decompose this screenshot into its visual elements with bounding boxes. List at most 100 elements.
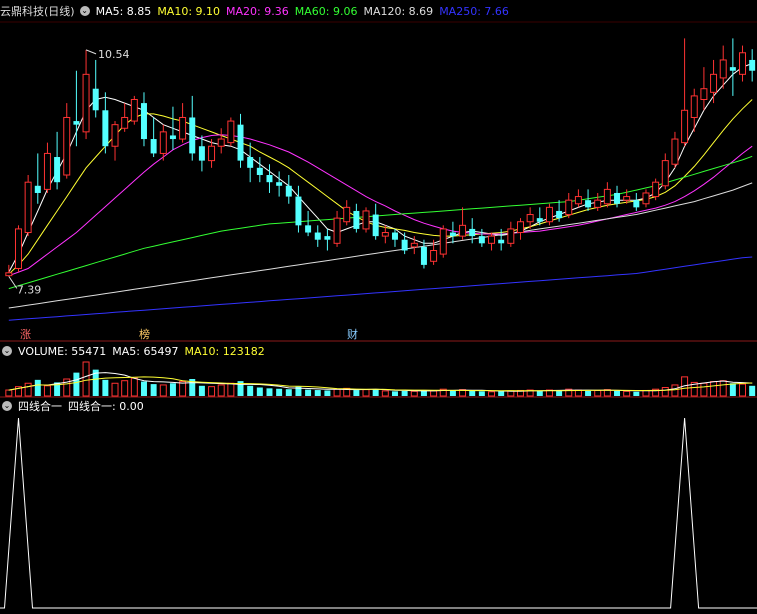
candle-body [614, 192, 621, 204]
tag-zhang[interactable]: 涨 [18, 328, 33, 342]
volume-bar [159, 384, 167, 397]
indicator-settings-circle-icon[interactable]: ⌄ [2, 401, 12, 411]
volume-bar [469, 390, 476, 396]
volume-bar [362, 389, 370, 397]
candle-body [237, 124, 244, 161]
candle-body [353, 210, 360, 229]
ma-label-4: MA120: 8.69 [363, 5, 434, 18]
ma-label-0: MA5: 8.85 [95, 5, 152, 18]
volume-bar [73, 372, 80, 396]
candle-body [681, 109, 689, 144]
candle-body [285, 185, 292, 197]
candle-body [449, 232, 456, 237]
candle-body [536, 218, 543, 222]
volume-bar [150, 384, 157, 396]
ma-line-ma20 [8, 134, 753, 277]
candle-body [208, 145, 216, 162]
candle-body [34, 185, 41, 193]
ma-label-3: MA60: 9.06 [294, 5, 358, 18]
candle-body [92, 88, 99, 111]
volume-bar [266, 388, 273, 396]
candle-body [198, 146, 205, 161]
indicator-header: ⌄ 四线合一 四线合一: 0.00 [0, 399, 150, 415]
indicator-value: 四线合一: 0.00 [68, 400, 144, 413]
candle-body [556, 210, 563, 219]
candle-body [585, 200, 592, 208]
volume-bar [739, 383, 747, 397]
candle-body [739, 52, 747, 75]
candle-body [179, 116, 187, 140]
volume-bar [305, 389, 312, 396]
tag-cai[interactable]: 财 [345, 328, 360, 342]
volume-bar [749, 385, 756, 396]
ma-label-2: MA20: 9.36 [226, 5, 289, 18]
candle-body [623, 196, 631, 201]
candle-body [82, 73, 90, 133]
volume-header: ⌄ VOLUME: 55471 MA5: 65497 MA10: 123182 [0, 344, 271, 360]
volume-bar [276, 388, 283, 396]
candle-body [102, 110, 109, 147]
volume-bar [102, 379, 109, 396]
volume-bar [256, 387, 263, 396]
volume-ma10: MA10: 123182 [184, 345, 265, 358]
volume-bar [217, 384, 225, 397]
candle-body [372, 214, 379, 237]
volume-bar [333, 388, 341, 397]
volume-ma5: MA5: 65497 [112, 345, 179, 358]
volume-bar [198, 385, 205, 396]
volume-bar [401, 390, 408, 396]
indicator-title: 四线合一 [18, 400, 62, 413]
volume-bar [5, 389, 13, 397]
volume-ma5-line [8, 372, 753, 392]
candle-body [314, 232, 321, 240]
candle-body [43, 152, 51, 190]
candle-body [545, 206, 553, 223]
settings-circle-icon[interactable]: ⌄ [79, 6, 90, 16]
volume-bar [410, 390, 418, 397]
candle-body [121, 116, 129, 129]
volume-bar [140, 381, 147, 396]
candle-body [266, 175, 273, 183]
candle-body [63, 116, 71, 176]
candle-body [24, 181, 32, 234]
candle-body [652, 181, 660, 198]
candle-body [594, 199, 602, 208]
candle-body [305, 225, 312, 233]
volume-bar [614, 390, 621, 396]
candle-body [14, 228, 22, 269]
tag-bang[interactable]: 榜 [137, 328, 152, 342]
candle-body [276, 182, 283, 186]
volume-bar [227, 382, 235, 397]
chart-svg: 10.54 7.39 [0, 21, 757, 609]
candle-body [516, 221, 524, 234]
volume-bar [82, 361, 90, 397]
volume-bar [179, 381, 187, 397]
volume-bar [710, 381, 718, 397]
candle-body [324, 236, 331, 240]
volume-bar [121, 380, 129, 397]
candle-body [661, 160, 669, 187]
candle-body [54, 157, 61, 183]
volume-settings-circle-icon[interactable]: ⌄ [2, 346, 12, 356]
volume-bar [130, 377, 138, 397]
indicator-line [0, 417, 757, 609]
ma-line-ma60 [8, 155, 753, 290]
volume-bar [478, 391, 485, 396]
volume-bar [700, 382, 708, 397]
ma-labels: MA5: 8.85 MA10: 9.10 MA20: 9.36 MA60: 9.06 M… [96, 5, 515, 18]
volume-bar [24, 382, 32, 397]
candle-body [642, 192, 650, 205]
volume-ma10-line [8, 376, 753, 392]
candle-body [469, 228, 476, 237]
high-annotation: 10.54 [98, 48, 130, 61]
candle-body [729, 67, 736, 71]
volume-bar [353, 390, 360, 396]
candle-body [362, 210, 370, 230]
volume-bar [111, 382, 119, 397]
candle-body [189, 117, 196, 154]
volume-bar [633, 391, 640, 396]
ma-line-ma120 [8, 182, 753, 309]
candle-body [719, 59, 727, 79]
candle-body [710, 73, 718, 93]
volume-bar [247, 385, 254, 396]
